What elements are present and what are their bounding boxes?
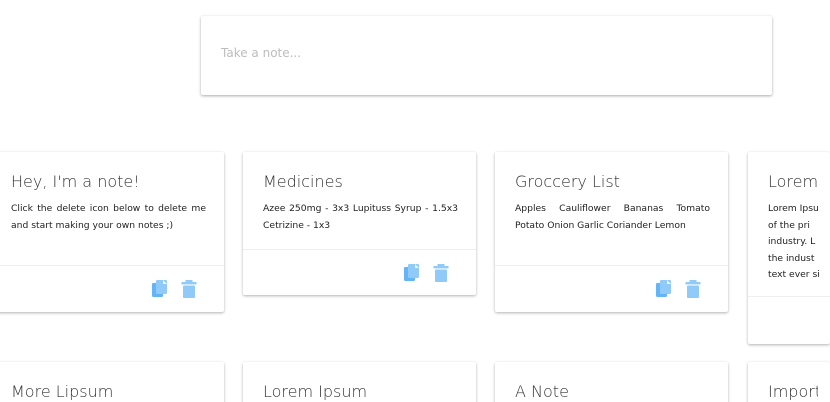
note-title: Medicines: [263, 172, 343, 191]
note-body: Apples Cauliflower Bananas Tomato Potato…: [515, 203, 710, 231]
note-card: Groccery List Apples Cauliflower Bananas…: [495, 152, 728, 312]
note-card: Medicines Azee 250mg - 3x3 Lupituss Syru…: [243, 152, 476, 295]
note-footer: [748, 296, 830, 344]
copy-icon[interactable]: [151, 279, 169, 299]
take-note-card: [201, 16, 772, 95]
note-body: Lorem Ipsu of the pri industry. L the in…: [768, 203, 820, 280]
note-card: A Note: [495, 362, 728, 402]
note-title: More Lipsum: [11, 382, 114, 401]
note-body: Azee 250mg - 3x3 Lupituss Syrup - 1.5x3 …: [263, 203, 458, 231]
note-card: Hey, I'm a note! Click the delete icon b…: [0, 152, 224, 312]
note-title: Hey, I'm a note!: [11, 172, 140, 191]
note-card: Importa: [748, 362, 830, 402]
note-card: More Lipsum: [0, 362, 224, 402]
copy-icon[interactable]: [655, 279, 673, 299]
delete-icon[interactable]: [180, 279, 198, 299]
note-footer: [243, 249, 476, 295]
note-title: Importa: [768, 382, 818, 401]
note-title: Lorem I: [768, 172, 818, 191]
copy-icon[interactable]: [403, 263, 421, 283]
note-card: Lorem Ipsum: [243, 362, 476, 402]
delete-icon[interactable]: [432, 263, 450, 283]
delete-icon[interactable]: [684, 279, 702, 299]
note-footer: [495, 265, 728, 312]
take-note-input[interactable]: [221, 42, 741, 64]
note-body: Click the delete icon below to delete me…: [11, 203, 206, 231]
note-title: Groccery List: [515, 172, 620, 191]
note-card: Lorem I Lorem Ipsu of the pri industry. …: [748, 152, 830, 344]
note-title: Lorem Ipsum: [263, 382, 368, 401]
note-footer: [0, 265, 224, 312]
note-title: A Note: [515, 382, 569, 401]
